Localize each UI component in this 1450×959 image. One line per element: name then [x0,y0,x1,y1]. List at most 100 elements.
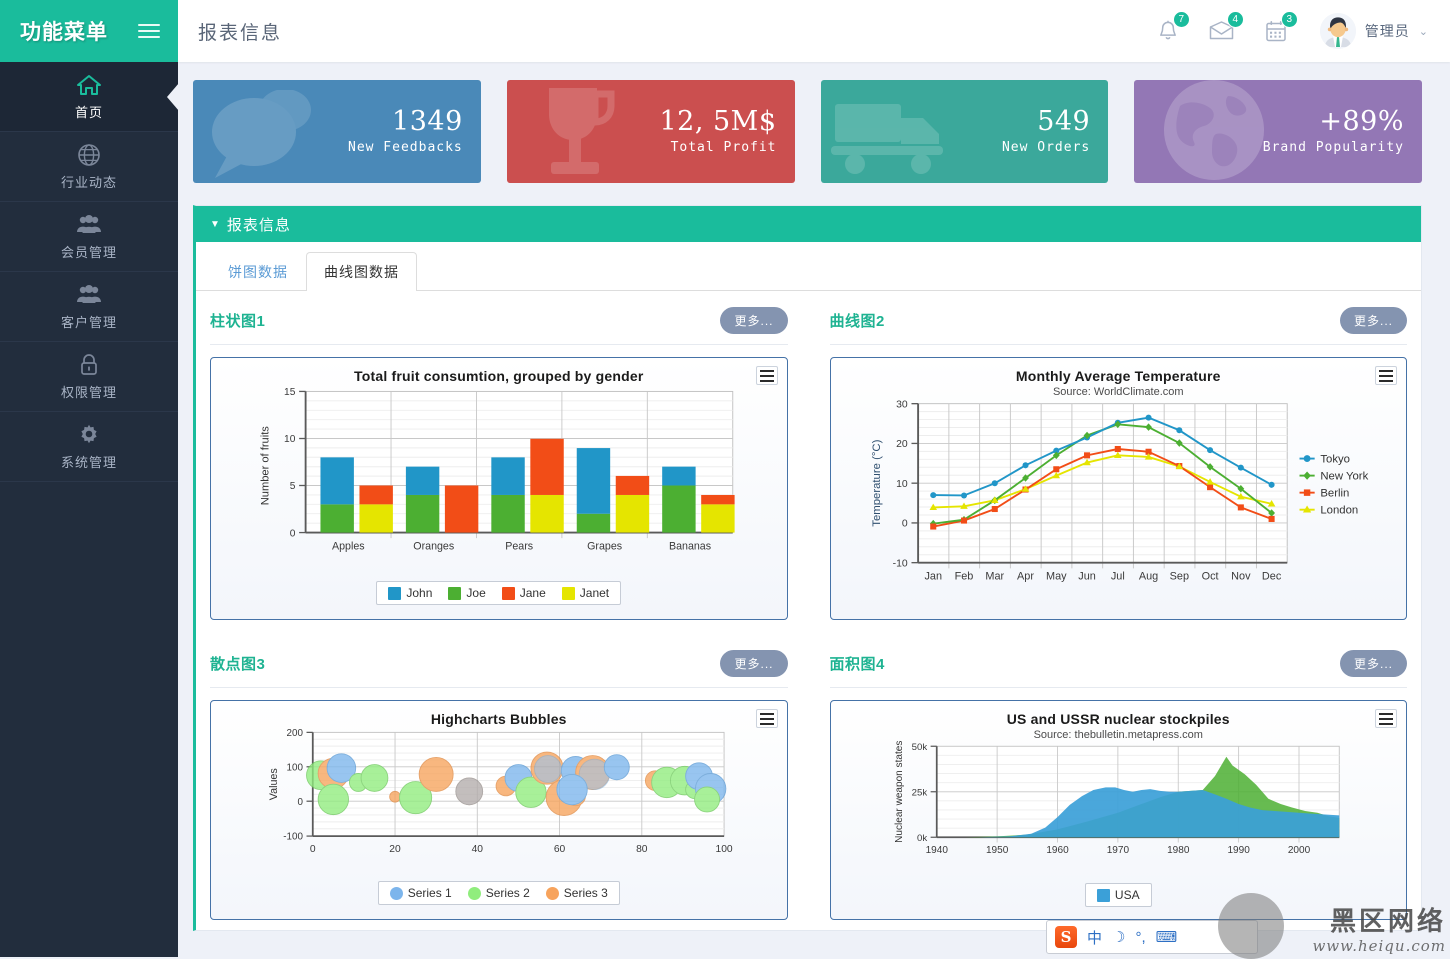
svg-text:10: 10 [896,479,908,490]
chart-caption: 散点图3 更多... [210,650,788,688]
legend-item[interactable]: Joe [448,586,485,600]
svg-text:1990: 1990 [1227,845,1250,856]
sidebar-item-members[interactable]: 会员管理 [0,202,178,272]
sogou-logo-icon: S [1055,926,1077,948]
legend-item[interactable]: Series 2 [468,886,530,900]
user-menu[interactable]: 管理员 ⌄ [1320,13,1428,49]
more-button-bar[interactable]: 更多... [720,307,787,334]
chart-title-bar: 柱状图1 [210,310,265,331]
bell-badge: 7 [1173,11,1190,28]
area-chart-svg: 50k25k0k Nuclear weapon states 194019501… [839,741,1399,881]
svg-text:Temperature (°C): Temperature (°C) [871,439,883,526]
stat-value: 1349 [392,108,463,136]
svg-text:London: London [1320,504,1358,516]
lock-icon [78,352,100,378]
tab-pie-data[interactable]: 饼图数据 [210,252,306,291]
svg-text:30: 30 [896,399,908,410]
chart-caption: 曲线图2 更多... [830,307,1408,345]
stat-label: Brand Popularity [1263,140,1404,155]
svg-text:-10: -10 [892,558,907,569]
users-icon [76,212,102,238]
menu-icon[interactable] [756,709,778,728]
topbar-actions: 7 4 [1154,13,1428,49]
stat-card-orders[interactable]: 549 New Orders [821,80,1109,183]
charts-grid: 柱状图1 更多... Total fruit consumtion, group… [196,291,1421,930]
svg-text:0k: 0k [916,833,926,844]
scatter-chart-svg: 200100 0-100 Values [219,727,779,879]
chart-title-line: 曲线图2 [830,310,885,331]
watermark-logo-icon [1218,893,1284,959]
more-button-line[interactable]: 更多... [1340,307,1407,334]
svg-text:100: 100 [287,762,304,773]
content: 1349 New Feedbacks 12, 5M$ Total Profit [178,62,1450,957]
ime-punct-icon[interactable]: °, [1135,929,1145,946]
user-name: 管理员 [1365,21,1410,41]
avatar [1320,13,1356,49]
sidebar: 功能菜单 首页 行业动态 [0,0,178,957]
legend-item[interactable]: Janet [562,586,609,600]
sidebar-item-label: 权限管理 [61,382,117,401]
tab-line-data[interactable]: 曲线图数据 [306,252,417,291]
legend-item[interactable]: John [388,586,432,600]
ime-moon-icon[interactable]: ☽ [1112,928,1125,946]
sidebar-item-system[interactable]: 系统管理 [0,412,178,482]
sidebar-item-customers[interactable]: 客户管理 [0,272,178,342]
menu-icon[interactable] [756,366,778,385]
svg-text:Bananas: Bananas [669,540,711,552]
more-button-area[interactable]: 更多... [1340,650,1407,677]
hamburger-icon[interactable] [138,20,160,42]
svg-text:200: 200 [287,728,304,739]
svg-text:0: 0 [310,844,316,855]
truck-icon [829,94,953,181]
brand-title: 功能菜单 [20,16,108,46]
menu-icon[interactable] [1375,366,1397,385]
stat-label: Total Profit [671,140,777,155]
menu-icon[interactable] [1375,709,1397,728]
chart-cell-bar: 柱状图1 更多... Total fruit consumtion, group… [210,307,788,620]
sidebar-item-permissions[interactable]: 权限管理 [0,342,178,412]
bar-legend: John Joe Jane Janet [219,581,779,605]
sidebar-item-industry[interactable]: 行业动态 [0,132,178,202]
ime-lang-icon[interactable]: 中 [1087,927,1102,948]
svg-text:10: 10 [284,434,296,445]
legend-item[interactable]: Series 1 [390,886,452,900]
legend-item[interactable]: USA [1097,888,1140,902]
stat-card-popularity[interactable]: +89% Brand Popularity [1134,80,1422,183]
svg-text:Values: Values [268,768,280,800]
stat-card-feedbacks[interactable]: 1349 New Feedbacks [193,80,481,183]
legend-item[interactable]: Series 3 [546,886,608,900]
svg-text:1960: 1960 [1046,845,1069,856]
calendar-icon[interactable]: 3 [1262,17,1290,45]
svg-text:Grapes: Grapes [587,540,622,552]
sidebar-item-label: 客户管理 [61,312,117,331]
svg-text:25k: 25k [911,787,927,798]
svg-text:Berlin: Berlin [1320,487,1349,499]
chat-bubbles-icon [199,90,317,183]
more-button-scatter[interactable]: 更多... [720,650,787,677]
svg-text:Dec: Dec [1261,571,1281,583]
stat-value: 12, 5M$ [659,108,776,136]
legend-item[interactable]: Jane [502,586,546,600]
chart-caption: 面积图4 更多... [830,650,1408,688]
chart-cell-line: 曲线图2 更多... Monthly Average Temperature S… [830,307,1408,620]
svg-text:1940: 1940 [925,845,948,856]
topbar: 报表信息 7 4 [178,0,1450,62]
sidebar-item-label: 会员管理 [61,242,117,261]
globe-icon [77,142,101,168]
svg-text:1970: 1970 [1106,845,1129,856]
trophy-icon [529,82,625,183]
users-icon [76,282,102,308]
ime-keyboard-icon[interactable]: ⌨ [1156,928,1178,946]
sidebar-item-home[interactable]: 首页 [0,62,178,132]
highchart-scatter: Highcharts Bubbles [210,700,788,920]
bell-icon[interactable]: 7 [1154,17,1182,45]
svg-text:100: 100 [715,844,732,855]
globe-icon [1162,80,1266,183]
stat-card-profit[interactable]: 12, 5M$ Total Profit [507,80,795,183]
envelope-badge: 4 [1227,11,1244,28]
sidebar-item-label: 首页 [75,102,103,121]
envelope-icon[interactable]: 4 [1208,17,1236,45]
chart-caption: 柱状图1 更多... [210,307,788,345]
stat-label: New Feedbacks [348,140,463,155]
collapse-icon[interactable]: ▼ [210,219,221,230]
